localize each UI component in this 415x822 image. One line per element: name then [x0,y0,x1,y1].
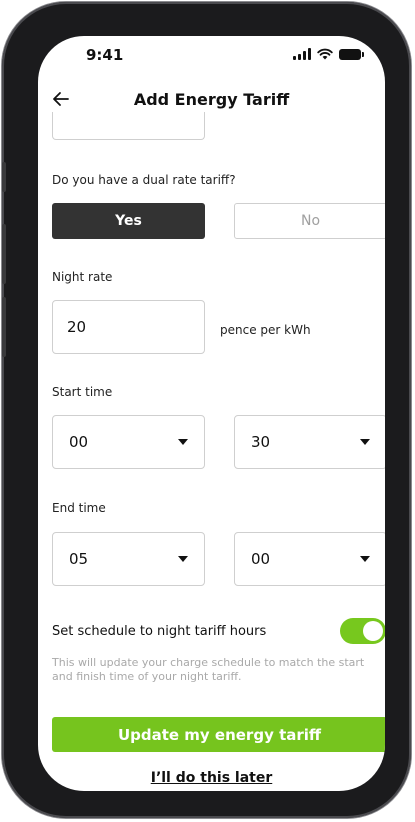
start-minute-select[interactable]: 30 [234,415,385,469]
toggle-knob [363,621,383,641]
status-bar: 9:41 [38,36,385,76]
start-time-label: Start time [52,385,113,399]
update-tariff-button[interactable]: Update my energy tariff [52,717,385,752]
dual-rate-no-button[interactable]: No [234,203,385,239]
start-hour-value: 00 [69,433,89,451]
chevron-down-icon [360,556,370,562]
wifi-icon [317,48,333,60]
night-rate-input[interactable]: 20 [52,300,205,354]
do-later-link[interactable]: I’ll do this later [38,770,385,786]
schedule-help-text: This will update your charge schedule to… [52,656,365,683]
phone-mute-switch [2,162,6,192]
night-rate-value: 20 [67,318,87,336]
end-minute-value: 00 [251,550,271,568]
night-rate-label: Night rate [52,270,113,284]
end-hour-value: 05 [69,550,89,568]
battery-icon [339,49,364,60]
night-rate-unit: pence per kWh [220,323,311,337]
start-minute-value: 30 [251,433,271,451]
dual-rate-question: Do you have a dual rate tariff? [52,173,236,187]
page-title: Add Energy Tariff [133,90,290,109]
status-time: 9:41 [86,46,124,64]
end-time-label: End time [52,501,106,515]
end-hour-select[interactable]: 05 [52,532,205,586]
start-hour-select[interactable]: 00 [52,415,205,469]
chevron-down-icon [178,439,188,445]
phone-volume-up [2,224,6,284]
chevron-down-icon [360,439,370,445]
scrolled-input-field[interactable] [52,112,205,140]
schedule-toggle-label: Set schedule to night tariff hours [52,624,267,639]
schedule-toggle[interactable] [340,618,385,644]
signal-icon [293,48,311,60]
status-icons [293,48,364,60]
phone-frame: 9:41 Add Energy Tariff Do you have a dua… [2,2,411,818]
chevron-down-icon [178,556,188,562]
dual-rate-yes-button[interactable]: Yes [52,203,205,239]
end-minute-select[interactable]: 00 [234,532,385,586]
phone-volume-down [2,297,6,357]
app-screen: 9:41 Add Energy Tariff Do you have a dua… [38,36,385,791]
